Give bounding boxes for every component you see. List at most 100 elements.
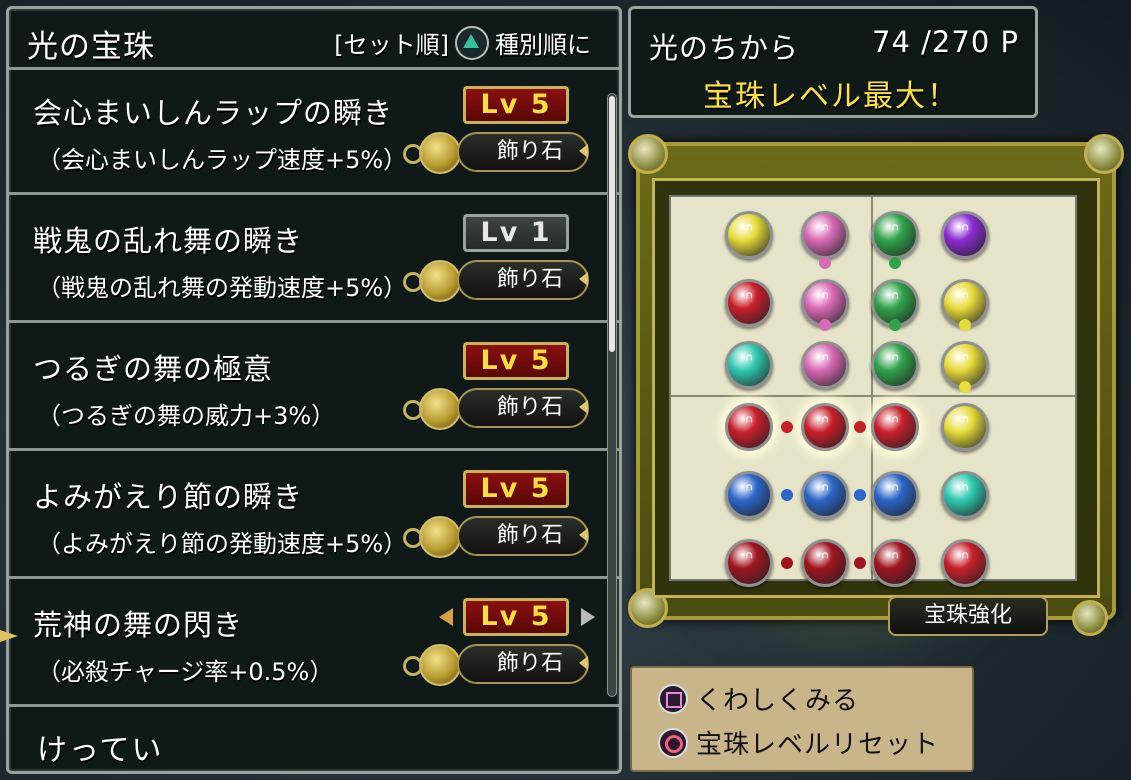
orb-slot[interactable] — [941, 403, 989, 451]
scrollbar-thumb[interactable] — [609, 96, 615, 352]
list-item[interactable]: 会心まいしんラップの瞬き （会心まいしんラップ速度+5%） Lv 5 飾り石 — [9, 70, 619, 195]
ornament-gem-icon — [403, 260, 461, 302]
ornament-gem-icon — [403, 644, 461, 686]
enhance-orb-icon — [1072, 600, 1108, 636]
orb-link — [959, 319, 971, 331]
orb-name: 戦鬼の乱れ舞の瞬き — [33, 224, 304, 258]
power-label: 光のちから — [649, 31, 800, 65]
orb-description: （必殺チャージ率+0.5%） — [37, 658, 334, 686]
gem-tag: 飾り石 — [457, 132, 589, 172]
level-increase-arrow-icon[interactable] — [581, 608, 595, 626]
gem-tag: 飾り石 — [457, 644, 589, 684]
ornament-gem-icon — [403, 516, 461, 558]
level-decrease-arrow-icon[interactable] — [439, 608, 453, 626]
ornament-corner-icon — [628, 134, 668, 174]
orb-link — [854, 421, 866, 433]
orb-list-panel: 光の宝珠 [セット順] 種別順に 会心まいしんラップの瞬き （会心まいしんラップ… — [6, 6, 622, 774]
orb-slot[interactable] — [725, 471, 773, 519]
orb-slot[interactable] — [801, 539, 849, 587]
reset-label: 宝珠レベルリセット — [696, 730, 940, 760]
orb-link — [959, 381, 971, 393]
orb-link — [854, 489, 866, 501]
orb-name: 荒神の舞の閃き — [33, 608, 244, 642]
help-box: くわしくみる 宝珠レベルリセット — [630, 666, 974, 772]
square-button-icon — [658, 683, 688, 714]
orb-board[interactable] — [669, 195, 1077, 587]
panel-header: 光の宝珠 [セット順] 種別順に — [9, 9, 619, 70]
orb-slot[interactable] — [725, 539, 773, 587]
orb-slot[interactable] — [801, 211, 849, 259]
chevron-left-icon — [579, 528, 588, 542]
confirm-button[interactable]: けってい — [37, 725, 164, 769]
level-badge: Lv 1 — [463, 214, 569, 252]
orb-board-frame — [628, 134, 1124, 628]
ornament-corner-icon — [1084, 134, 1124, 174]
gem-tag: 飾り石 — [457, 516, 589, 556]
list-item[interactable]: つるぎの舞の極意 （つるぎの舞の威力+3%） Lv 5 飾り石 — [9, 326, 619, 451]
orb-slot[interactable] — [725, 211, 773, 259]
detail-hint[interactable]: くわしくみる — [658, 680, 859, 717]
orb-link — [854, 557, 866, 569]
orb-slot[interactable] — [725, 403, 773, 451]
orb-name: よみがえり節の瞬き — [33, 480, 304, 514]
power-value: 74 /270 P — [872, 25, 1019, 59]
detail-label: くわしくみる — [696, 686, 860, 716]
orb-slot[interactable] — [871, 471, 919, 519]
circle-button-icon — [658, 727, 688, 758]
orb-link — [889, 319, 901, 331]
orb-link — [781, 489, 793, 501]
chevron-left-icon — [579, 144, 588, 158]
orb-slot[interactable] — [801, 471, 849, 519]
level-badge: Lv 5 — [463, 470, 569, 508]
cursor-pointer-icon — [0, 630, 18, 642]
orb-link — [819, 319, 831, 331]
board-divider — [871, 197, 873, 579]
triangle-button-icon — [455, 25, 489, 60]
reset-hint[interactable]: 宝珠レベルリセット — [658, 724, 939, 761]
orb-level-status: 宝珠レベル最大！ — [703, 79, 959, 114]
orb-slot[interactable] — [941, 539, 989, 587]
gem-tag: 飾り石 — [457, 260, 589, 300]
orb-slot[interactable] — [801, 341, 849, 389]
chevron-left-icon — [579, 272, 588, 286]
level-badge: Lv 5 — [463, 598, 569, 636]
orb-description: （つるぎの舞の威力+3%） — [37, 402, 336, 430]
level-badge: Lv 5 — [463, 342, 569, 380]
orb-description: （会心まいしんラップ速度+5%） — [37, 146, 408, 174]
enhance-orb-button[interactable]: 宝珠強化 — [888, 596, 1048, 636]
orb-link — [889, 257, 901, 269]
ornament-gem-icon — [403, 132, 461, 174]
orb-description: （戦鬼の乱れ舞の発動速度+5%） — [37, 274, 408, 302]
orb-slot[interactable] — [725, 279, 773, 327]
orb-link — [781, 557, 793, 569]
orb-slot[interactable] — [871, 539, 919, 587]
orb-link — [781, 421, 793, 433]
list-item-selected[interactable]: 荒神の舞の閃き （必殺チャージ率+0.5%） Lv 5 飾り石 — [9, 582, 619, 707]
list-item[interactable]: よみがえり節の瞬き （よみがえり節の発動速度+5%） Lv 5 飾り石 — [9, 454, 619, 579]
orb-slot[interactable] — [871, 211, 919, 259]
board-divider — [671, 395, 1075, 397]
orb-name: つるぎの舞の極意 — [33, 352, 274, 386]
orb-link — [819, 257, 831, 269]
board-inner — [652, 178, 1100, 598]
ornament-gem-icon — [403, 388, 461, 430]
panel-title: 光の宝珠 — [27, 29, 155, 65]
orb-slot[interactable] — [725, 341, 773, 389]
orb-description: （よみがえり節の発動速度+5%） — [37, 530, 408, 558]
scrollbar[interactable] — [607, 93, 617, 697]
level-badge: Lv 5 — [463, 86, 569, 124]
orb-slot[interactable] — [871, 403, 919, 451]
orb-slot[interactable] — [801, 403, 849, 451]
sort-current-label: [セット順] — [334, 31, 449, 59]
orb-slot[interactable] — [871, 341, 919, 389]
gem-tag: 飾り石 — [457, 388, 589, 428]
chevron-left-icon — [579, 400, 588, 414]
orb-slot[interactable] — [941, 471, 989, 519]
power-box: 光のちから 74 /270 P 宝珠レベル最大！ — [628, 6, 1038, 118]
list-item[interactable]: 戦鬼の乱れ舞の瞬き （戦鬼の乱れ舞の発動速度+5%） Lv 1 飾り石 — [9, 198, 619, 323]
sort-action-label: 種別順に — [495, 31, 591, 59]
chevron-left-icon — [579, 656, 588, 670]
orb-slot[interactable] — [941, 211, 989, 259]
sort-toggle[interactable]: [セット順] 種別順に — [334, 25, 591, 60]
orb-name: 会心まいしんラップの瞬き — [33, 96, 394, 130]
